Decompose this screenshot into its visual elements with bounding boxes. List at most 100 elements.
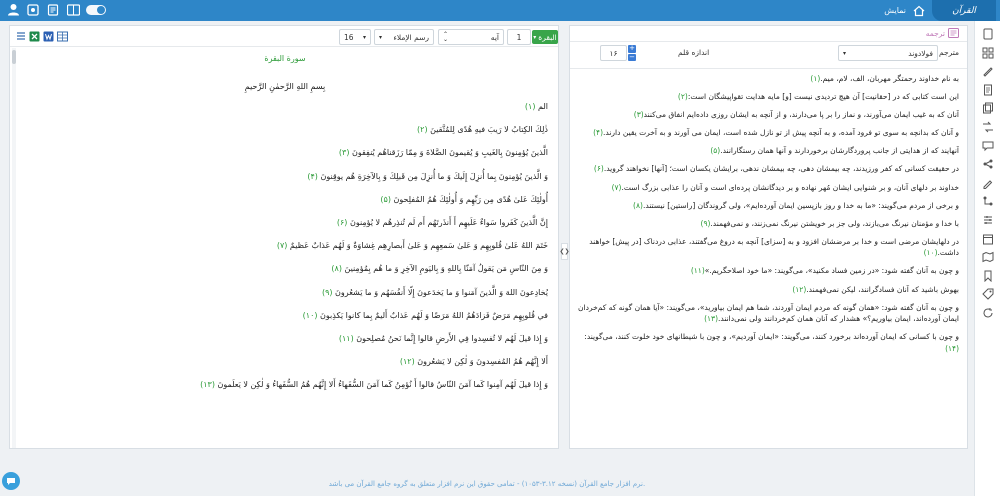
ayah-item[interactable]: أُولٰئِكَ عَلىٰ هُدًى مِن رَبِّهِم وَ أُ… [22, 194, 548, 205]
ayah-item[interactable]: أَلا إِنَّهُم هُمُ المُفسِدونَ وَ لٰكِن … [22, 356, 548, 367]
translation-number: (۵) [710, 146, 721, 156]
translation-paragraph[interactable]: به نام خداوند رحمتگر مهربان، الف، لام، م… [578, 73, 959, 85]
ayah-item[interactable]: ذٰلِكَ الكِتابُ لا رَيبَ فيهِ هُدًى لِلم… [22, 124, 548, 135]
chevron-down-icon: ▾ [533, 33, 537, 41]
ayah-item[interactable]: وَ إِذا قيلَ لَهُم آمِنوا كَما آمَنَ الن… [22, 379, 548, 390]
ayah-text: ذٰلِكَ الكِتابُ لا رَيبَ فيهِ هُدًى لِلم… [430, 125, 548, 135]
ayah-spin-icon: ⌃ ⌄ [443, 31, 449, 43]
translation-number: (۴) [593, 128, 604, 138]
scrollbar[interactable] [12, 48, 16, 448]
bookmark-icon[interactable] [981, 269, 995, 283]
translation-text: به نام خداوند رحمتگر مهربان، الف، لام، م… [578, 73, 959, 448]
ayah-number: (۵) [380, 194, 391, 204]
ayah-item[interactable]: وَ إِذا قيلَ لَهُم لا تُفسِدوا فِي الأَر… [22, 333, 548, 344]
translation-paragraph[interactable]: و آنان که بدانچه به سوی تو فرود آمده، و … [578, 127, 959, 139]
ayah-select[interactable]: ⌃ ⌄ آیه [438, 29, 504, 45]
settings-icon[interactable] [26, 2, 40, 17]
tag-icon[interactable] [981, 287, 995, 301]
chevron-down-icon: ▾ [843, 49, 847, 57]
translation-number: (۸) [633, 200, 643, 210]
panel-splitter[interactable]: ❮❯ [559, 243, 570, 260]
ayah-text: أُولٰئِكَ عَلىٰ هُدًى مِن رَبِّهِم وَ أُ… [393, 194, 548, 204]
shuffle-icon[interactable] [981, 120, 995, 134]
footer: نرم افزار جامع القرآن (نسخه ۳.۱۲-۱۰۵۳) -… [0, 474, 974, 494]
excel-icon[interactable] [29, 30, 40, 42]
edit-icon[interactable] [981, 176, 995, 190]
translation-number: (۳) [633, 110, 644, 120]
font-size-select[interactable]: 16 ▾ [339, 29, 371, 45]
translation-panel: ترجمه اندازه قلم + − ۱۶ مترجم ▾ فولادوند… [569, 25, 968, 449]
ayah-item[interactable]: يُخادِعونَ اللهَ وَ الَّذينَ آمَنوا وَ م… [22, 287, 548, 298]
translation-paragraph[interactable]: آنان که به غیب ایمان می‌آورند، و نماز را… [578, 109, 959, 121]
translation-paragraph[interactable]: و برخی از مردم می‌گویند: «ما به خدا و رو… [578, 200, 959, 212]
font-size-stepper[interactable]: + − [628, 45, 636, 61]
settings-sliders-icon[interactable] [981, 213, 995, 227]
book-icon[interactable] [981, 27, 995, 41]
refresh-icon[interactable] [981, 306, 995, 320]
minus-icon[interactable]: − [628, 53, 636, 61]
home-icon[interactable] [912, 4, 926, 18]
chat-icon [7, 477, 15, 485]
ayah-item[interactable]: خَتَمَ اللهُ عَلىٰ قُلوبِهِم وَ عَلىٰ سَ… [22, 240, 548, 251]
map-icon[interactable] [981, 250, 995, 264]
translation-paragraph[interactable]: خداوند بر دلهای آنان، و بر شنوایی ایشان … [578, 182, 959, 194]
tree-icon[interactable] [981, 194, 995, 208]
ayah-number: (۶) [336, 217, 348, 227]
document-icon[interactable] [981, 83, 995, 97]
pen-icon[interactable] [981, 64, 995, 78]
ayah-item[interactable]: إِنَّ الَّذينَ كَفَروا سَواءٌ عَلَيهِم أ… [22, 217, 548, 228]
ayah-number-value: 1 [516, 32, 522, 42]
view-icon[interactable] [66, 2, 80, 17]
translation-paragraph[interactable]: و چون با کسانی که ایمان آورده‌اند برخورد… [578, 331, 959, 354]
list-icon[interactable] [15, 30, 26, 42]
translation-font-size-input[interactable]: ۱۶ [600, 45, 627, 61]
columns-icon[interactable] [57, 30, 68, 42]
ayah-text: وَ الَّذينَ يُؤمِنونَ بِما أُنزِلَ إِلَي… [320, 171, 548, 181]
basmala: بِسمِ اللهِ الرَّحمٰنِ الرَّحيمِ [244, 82, 326, 91]
ayah-item[interactable]: في قُلوبِهِم مَرَضٌ فَزادَهُمُ اللهُ مَر… [22, 310, 548, 321]
toggle-switch[interactable] [86, 4, 106, 15]
translator-value: فولادوند [908, 48, 933, 58]
tab-translation[interactable]: ترجمه [918, 26, 967, 41]
translation-paragraph[interactable]: و چون به آنان گفته شود: «همان گونه که مر… [578, 302, 959, 325]
translation-paragraph[interactable]: با خدا و مؤمنان نیرنگ می‌بازند، ولی جز ب… [578, 218, 959, 230]
ayah-item[interactable]: الَّذينَ يُؤمِنونَ بِالغَيبِ وَ يُقيمونَ… [22, 147, 548, 158]
calendar-icon[interactable] [981, 232, 995, 246]
chevron-down-icon: ▾ [362, 33, 366, 41]
user-icon[interactable] [6, 2, 20, 17]
share-icon[interactable] [981, 157, 995, 171]
ayah-item[interactable]: وَ الَّذينَ يُؤمِنونَ بِما أُنزِلَ إِلَي… [22, 171, 548, 182]
translation-paragraph[interactable]: آنهایند که از هدایتی از جانب پروردگارشان… [578, 145, 959, 157]
ayah-number-input[interactable]: 1 [507, 29, 531, 45]
chat-button[interactable] [2, 472, 20, 490]
ayah-list: الم (۱) ذٰلِكَ الكِتابُ لا رَيبَ فيهِ هُد… [22, 101, 548, 390]
ayah-label: آیه [490, 32, 499, 42]
ayah-text: يُخادِعونَ اللهَ وَ الَّذينَ آمَنوا وَ م… [335, 287, 548, 297]
ayah-item[interactable]: الم (۱) [22, 101, 548, 112]
top-bar: القرآن نمایش [0, 0, 1000, 21]
translation-paragraph[interactable]: در دلهایشان مرضی است و خدا بر مرضشان افز… [578, 236, 959, 259]
sura-select-button[interactable]: ▾ البقرة [532, 30, 558, 44]
page-title: نمایش [884, 6, 906, 15]
translation-number: (۱۰) [923, 248, 938, 258]
translation-paragraph[interactable]: این است کتابی که در [حقانیت] آن هیچ تردی… [578, 91, 959, 103]
translation-paragraph[interactable]: در حقیقت کسانی که کفر ورزیدند، چه بیمشان… [578, 163, 959, 175]
plus-icon[interactable]: + [628, 45, 636, 53]
copy-icon[interactable] [981, 101, 995, 115]
chat-bubble-icon[interactable] [981, 139, 995, 153]
translation-paragraph[interactable]: و چون به آنان گفته شود: «در زمین فساد مک… [578, 265, 959, 277]
translation-number: (۹) [700, 218, 711, 228]
translation-paragraph[interactable]: بهوش باشید که آنان فسادگرانند، لیکن نمی‌… [578, 284, 959, 296]
grid-icon[interactable] [981, 46, 995, 60]
script-select[interactable]: ▾ رسم الإملاء [374, 29, 434, 45]
ayah-text: الم [538, 102, 548, 111]
ayah-item[interactable]: وَ مِنَ النّاسِ مَن يَقولُ آمَنّا بِالله… [22, 263, 548, 274]
tasks-icon[interactable] [46, 2, 60, 17]
ayah-number: (۴) [307, 171, 318, 181]
ayah-number: (۱۲) [399, 357, 415, 367]
word-icon[interactable] [43, 30, 54, 42]
translation-text-span: به نام خداوند رحمتگر مهربان، الف، لام، م… [820, 74, 959, 83]
translator-select[interactable]: ▾ فولادوند [838, 45, 938, 61]
translation-text-span: در حقیقت کسانی که کفر ورزیدند، چه بیمشان… [603, 164, 959, 174]
ayah-number: (۹) [321, 287, 333, 297]
